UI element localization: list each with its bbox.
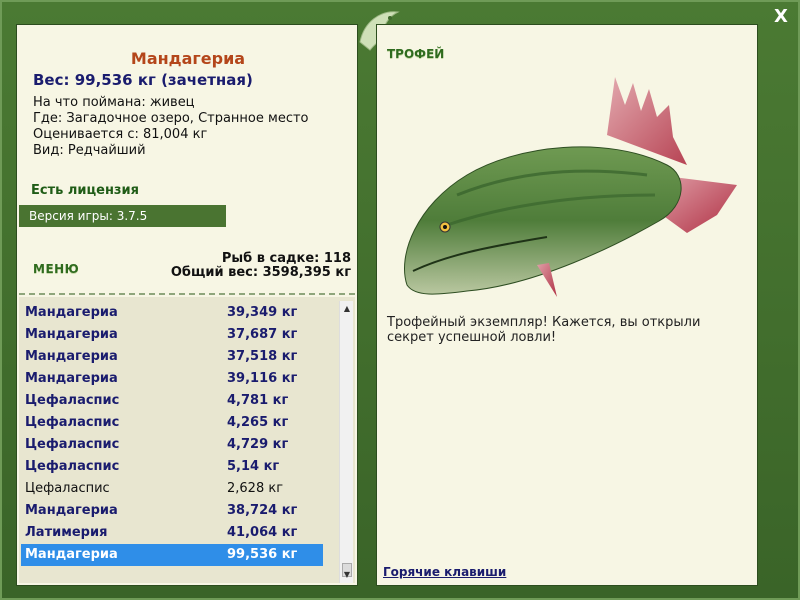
catch-row[interactable]: Мандагериа 37,518 кг [21,346,323,368]
catch-row[interactable]: Цефаласпис 2,628 кг [21,478,323,500]
scroll-down-icon[interactable]: ▼ [341,569,353,581]
rated-from-text: Оценивается с: 81,004 кг [33,127,208,142]
catch-row[interactable]: Цефаласпис 4,729 кг [21,434,323,456]
catch-row[interactable]: Мандагериа 99,536 кг [21,544,323,566]
fish-weight: Вес: 99,536 кг (зачетная) [33,71,253,89]
catch-fish-weight: 2,628 кг [227,481,284,496]
catch-fish-name: Цефаласпис [25,415,120,430]
catch-row[interactable]: Мандагериа 39,349 кг [21,302,323,324]
game-version-bar: Версия игры: 3.7.5 [19,205,226,227]
trophy-label: ТРОФЕЙ [387,47,445,61]
list-scrollbar[interactable]: ▲ ▼ [339,301,353,583]
catch-row[interactable]: Мандагериа 38,724 кг [21,500,323,522]
total-weight: Общий вес: 3598,395 кг [170,265,351,280]
catch-fish-name: Цефаласпис [25,459,120,474]
catch-fish-name: Латимерия [25,525,108,540]
catch-fish-name: Мандагериа [25,371,118,386]
catch-fish-weight: 39,349 кг [227,305,298,320]
catch-row[interactable]: Мандагериа 37,687 кг [21,324,323,346]
species-text: Вид: Редчайший [33,143,146,158]
caught-on-text: На что поймана: живец [33,95,195,110]
catch-fish-weight: 4,265 кг [227,415,289,430]
fish-count: Рыб в садке: 118 [221,251,351,266]
close-button[interactable]: X [770,6,792,28]
catch-fish-name: Цефаласпис [25,393,120,408]
catch-fish-name: Цефаласпис [25,437,120,452]
catch-row[interactable]: Мандагериа 39,116 кг [21,368,323,390]
catch-fish-weight: 5,14 кг [227,459,280,474]
menu-button[interactable]: МЕНЮ [33,262,79,276]
license-status: Есть лицензия [31,183,139,198]
catch-row[interactable]: Цефаласпис 4,781 кг [21,390,323,412]
catch-row[interactable]: Цефаласпис 5,14 кг [21,456,323,478]
catch-fish-weight: 39,116 кг [227,371,298,386]
fish-name-title: Мандагериа [130,49,246,68]
catch-row[interactable]: Латимерия 41,064 кг [21,522,323,544]
catch-fish-weight: 4,729 кг [227,437,289,452]
trophy-panel: ТРОФЕЙ Трофейный экземпляр! Кажется, вы … [376,24,758,586]
catch-fish-name: Цефаласпис [25,481,110,496]
catch-fish-weight: 99,536 кг [227,547,298,562]
catch-stats: Рыб в садке: 118 Общий вес: 3598,395 кг [171,252,351,280]
hotkeys-link[interactable]: Горячие клавиши [383,565,506,579]
catch-fish-name: Мандагериа [25,503,118,518]
fish-info-panel: Мандагериа Вес: 99,536 кг (зачетная) На … [16,24,358,586]
trophy-description: Трофейный экземпляр! Кажется, вы открыли… [387,315,701,345]
catch-fish-name: Мандагериа [25,327,118,342]
divider [19,293,355,295]
catch-fish-weight: 4,781 кг [227,393,289,408]
location-text: Где: Загадочное озеро, Странное место [33,111,309,126]
catch-fish-weight: 37,687 кг [227,327,298,342]
scroll-up-icon[interactable]: ▲ [341,303,353,315]
catch-row[interactable]: Цефаласпис 4,265 кг [21,412,323,434]
catch-list: Мандагериа 39,349 кг Мандагериа 37,687 кг Ма… [19,297,355,583]
catch-fish-name: Мандагериа [25,349,118,364]
fish-image [404,77,737,297]
catch-fish-name: Мандагериа [25,547,118,562]
catch-fish-weight: 38,724 кг [227,503,298,518]
catch-fish-weight: 41,064 кг [227,525,298,540]
fish-details: На что поймана: живец Где: Загадочное оз… [33,95,309,159]
catch-fish-weight: 37,518 кг [227,349,298,364]
catch-fish-name: Мандагериа [25,305,118,320]
